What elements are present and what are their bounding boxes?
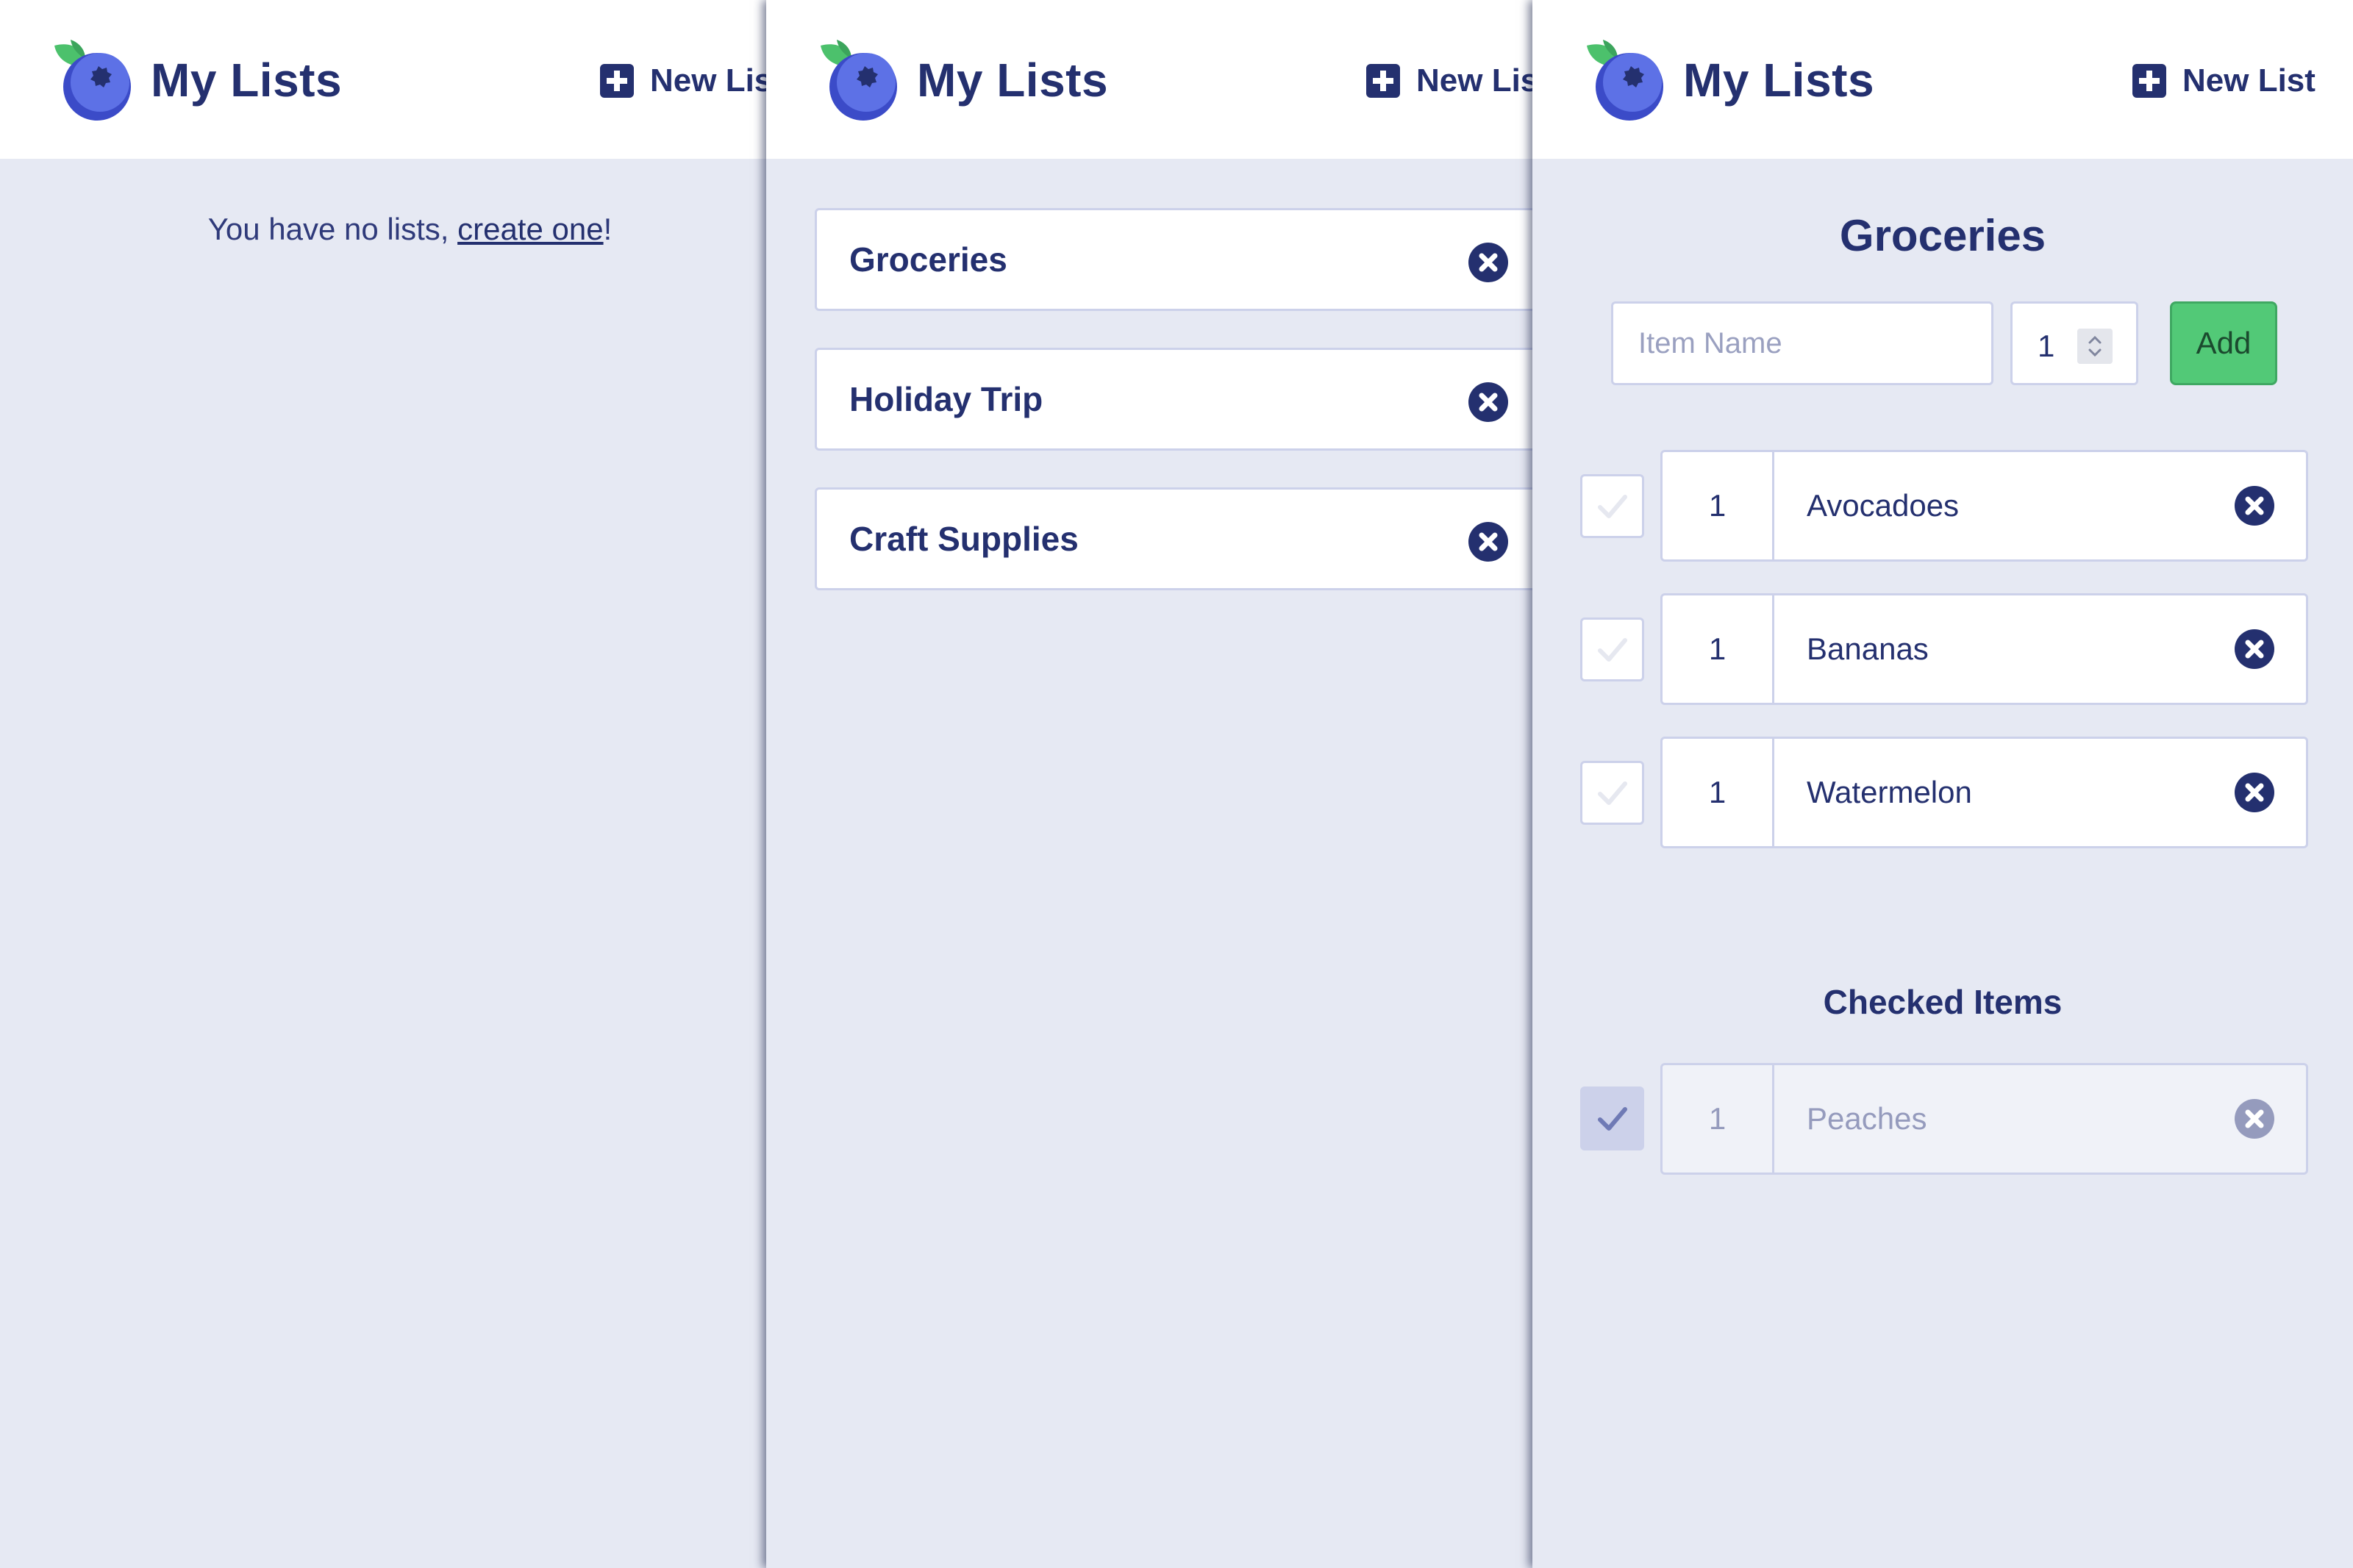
item-quantity: 1	[1663, 1065, 1774, 1173]
app-title: My Lists	[917, 54, 1109, 107]
screens-composite: My Lists New List You have no lists, cre…	[0, 0, 2353, 1568]
create-one-link[interactable]: create one	[457, 212, 603, 246]
new-list-label: New List	[650, 62, 783, 99]
new-list-button[interactable]: New List	[600, 60, 783, 101]
check-icon	[1598, 638, 1627, 662]
app-title: My Lists	[151, 54, 343, 107]
item-name-input[interactable]	[1611, 301, 1993, 385]
app-header: My Lists New List	[1532, 0, 2353, 159]
delete-list-icon[interactable]	[1468, 382, 1508, 422]
list-item-bananas[interactable]: 1 Bananas	[1660, 593, 2308, 705]
item-name: Avocadoes	[1807, 488, 1960, 523]
delete-item-icon[interactable]	[2235, 773, 2274, 812]
item-checkbox[interactable]	[1580, 474, 1644, 538]
item-name: Watermelon	[1807, 775, 1972, 809]
item-checkbox[interactable]	[1580, 761, 1644, 825]
plus-square-icon	[1366, 64, 1400, 98]
blueberry-logo-icon[interactable]	[1584, 37, 1672, 125]
check-icon	[1598, 781, 1627, 805]
item-quantity: 1	[1663, 595, 1774, 703]
checked-item-peaches[interactable]: 1 Peaches	[1660, 1063, 2308, 1175]
blueberry-logo-icon[interactable]	[51, 37, 140, 125]
item-quantity: 1	[1663, 739, 1774, 846]
blueberry-logo-icon[interactable]	[818, 37, 906, 125]
plus-square-icon	[600, 64, 634, 98]
new-list-label: New List	[1416, 62, 1549, 99]
new-list-button[interactable]: New List	[1366, 60, 1549, 101]
lists-overview-screen: My Lists New List Groceries Holiday Trip	[766, 0, 1560, 1568]
list-item-avocadoes[interactable]: 1 Avocadoes	[1660, 450, 2308, 562]
empty-message-suffix: !	[603, 212, 613, 246]
list-card-groceries[interactable]: Groceries	[815, 208, 1560, 311]
plus-square-icon	[2132, 64, 2166, 98]
list-card-holiday-trip[interactable]: Holiday Trip	[815, 348, 1560, 451]
quantity-stepper[interactable]: 1	[2010, 301, 2138, 385]
empty-message-prefix: You have no lists,	[207, 212, 458, 246]
list-title: Groceries	[1839, 211, 2046, 260]
list-name: Holiday Trip	[849, 380, 1043, 418]
app-title: My Lists	[1683, 54, 1875, 107]
app-header: My Lists New List	[0, 0, 794, 159]
item-name: Bananas	[1807, 631, 1929, 666]
list-item-watermelon[interactable]: 1 Watermelon	[1660, 737, 2308, 848]
item-checkbox[interactable]	[1580, 617, 1644, 681]
app-header: My Lists New List	[766, 0, 1560, 159]
check-icon	[1598, 1107, 1627, 1131]
item-quantity: 1	[1663, 452, 1774, 559]
delete-item-icon[interactable]	[2235, 629, 2274, 669]
new-list-button[interactable]: New List	[2132, 60, 2315, 101]
empty-lists-message: You have no lists, create one!	[0, 212, 794, 247]
delete-list-icon[interactable]	[1468, 243, 1508, 282]
empty-lists-screen: My Lists New List You have no lists, cre…	[0, 0, 794, 1568]
list-name: Craft Supplies	[849, 520, 1079, 558]
list-name: Groceries	[849, 240, 1007, 279]
list-detail-screen: My Lists New List Groceries 1 Add	[1532, 0, 2353, 1568]
quantity-value: 1	[2038, 329, 2055, 363]
new-list-label: New List	[2182, 62, 2315, 99]
list-card-craft-supplies[interactable]: Craft Supplies	[815, 487, 1560, 590]
item-name: Peaches	[1807, 1101, 1927, 1136]
delete-list-icon[interactable]	[1468, 522, 1508, 562]
delete-item-icon[interactable]	[2235, 1099, 2274, 1139]
item-checkbox-checked[interactable]	[1580, 1086, 1644, 1150]
checked-items-heading: Checked Items	[1823, 983, 2063, 1021]
delete-item-icon[interactable]	[2235, 486, 2274, 526]
add-item-button[interactable]: Add	[2170, 301, 2277, 385]
check-icon	[1598, 495, 1627, 518]
stepper-arrows-icon[interactable]	[2077, 329, 2113, 364]
